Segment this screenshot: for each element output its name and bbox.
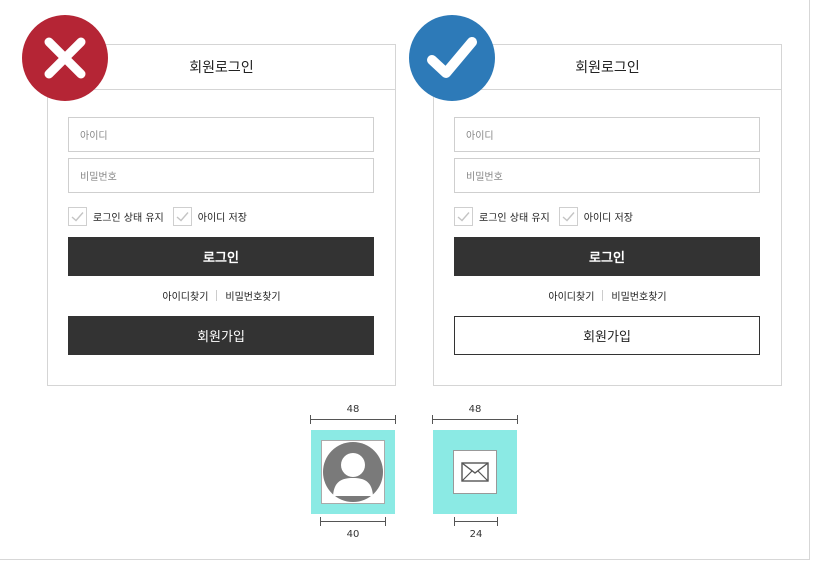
login-panel-incorrect: 회원로그인 아이디 비밀번호 로그인 상태 유지 아이디 저장 로그인 아이디찾…	[47, 44, 396, 386]
avatar-icon-swatch	[311, 430, 395, 514]
keep-login-checkbox[interactable]: 로그인 상태 유지	[454, 207, 550, 226]
save-id-label: 아이디 저장	[583, 213, 633, 224]
join-button[interactable]: 회원가입	[68, 316, 374, 355]
keep-login-label: 로그인 상태 유지	[93, 213, 164, 224]
mail-icon-swatch	[433, 430, 517, 514]
id-input[interactable]: 아이디	[68, 117, 374, 152]
dimension-tick	[385, 517, 386, 526]
dimension-line	[432, 419, 518, 420]
dimension-label: 48	[468, 404, 482, 415]
link-divider	[602, 290, 604, 301]
dimension-line	[454, 521, 498, 522]
dimension-line	[320, 521, 386, 522]
keep-login-checkbox[interactable]: 로그인 상태 유지	[68, 207, 164, 226]
dimension-label: 40	[346, 529, 360, 540]
avatar-outer-dimension: 48	[310, 404, 396, 424]
login-options: 로그인 상태 유지 아이디 저장	[68, 207, 256, 226]
user-avatar-icon	[321, 440, 385, 504]
dimension-tick	[454, 517, 455, 526]
login-options: 로그인 상태 유지 아이디 저장	[454, 207, 642, 226]
find-password-link[interactable]: 비밀번호찾기	[611, 288, 666, 303]
login-panel-correct: 회원로그인 아이디 비밀번호 로그인 상태 유지 아이디 저장 로그인 아이디찾…	[433, 44, 782, 386]
save-id-checkbox[interactable]: 아이디 저장	[558, 207, 633, 226]
dimension-tick	[310, 415, 311, 424]
dimension-tick	[320, 517, 321, 526]
dimension-line	[310, 419, 396, 420]
x-icon	[22, 15, 108, 101]
find-password-link[interactable]: 비밀번호찾기	[225, 288, 280, 303]
keep-login-label: 로그인 상태 유지	[479, 213, 550, 224]
frame-border-bottom	[0, 559, 810, 560]
avatar-inner-dimension: 40	[320, 516, 386, 542]
find-links: 아이디찾기 비밀번호찾기	[48, 288, 395, 303]
login-button[interactable]: 로그인	[68, 237, 374, 276]
dimension-label: 48	[346, 404, 360, 415]
checkmark-icon	[409, 15, 495, 101]
find-id-link[interactable]: 아이디찾기	[548, 288, 594, 303]
checkbox-check-icon	[454, 207, 473, 226]
mail-outer-dimension: 48	[432, 404, 518, 424]
checkbox-check-icon	[68, 207, 87, 226]
mail-inner-dimension: 24	[454, 516, 498, 542]
checkbox-check-icon	[558, 207, 578, 226]
password-input[interactable]: 비밀번호	[68, 158, 374, 193]
checkbox-check-icon	[172, 207, 192, 226]
dimension-tick	[497, 517, 498, 526]
find-links: 아이디찾기 비밀번호찾기	[434, 288, 781, 303]
frame-border-right	[809, 0, 810, 560]
find-id-link[interactable]: 아이디찾기	[162, 288, 208, 303]
dimension-label: 24	[469, 529, 483, 540]
dimension-tick	[432, 415, 433, 424]
id-input[interactable]: 아이디	[454, 117, 760, 152]
password-input[interactable]: 비밀번호	[454, 158, 760, 193]
save-id-checkbox[interactable]: 아이디 저장	[172, 207, 247, 226]
dimension-tick	[395, 415, 396, 424]
mail-icon	[453, 450, 497, 494]
link-divider	[216, 290, 218, 301]
dimension-tick	[517, 415, 518, 424]
join-button[interactable]: 회원가입	[454, 316, 760, 355]
save-id-label: 아이디 저장	[197, 213, 247, 224]
login-button[interactable]: 로그인	[454, 237, 760, 276]
